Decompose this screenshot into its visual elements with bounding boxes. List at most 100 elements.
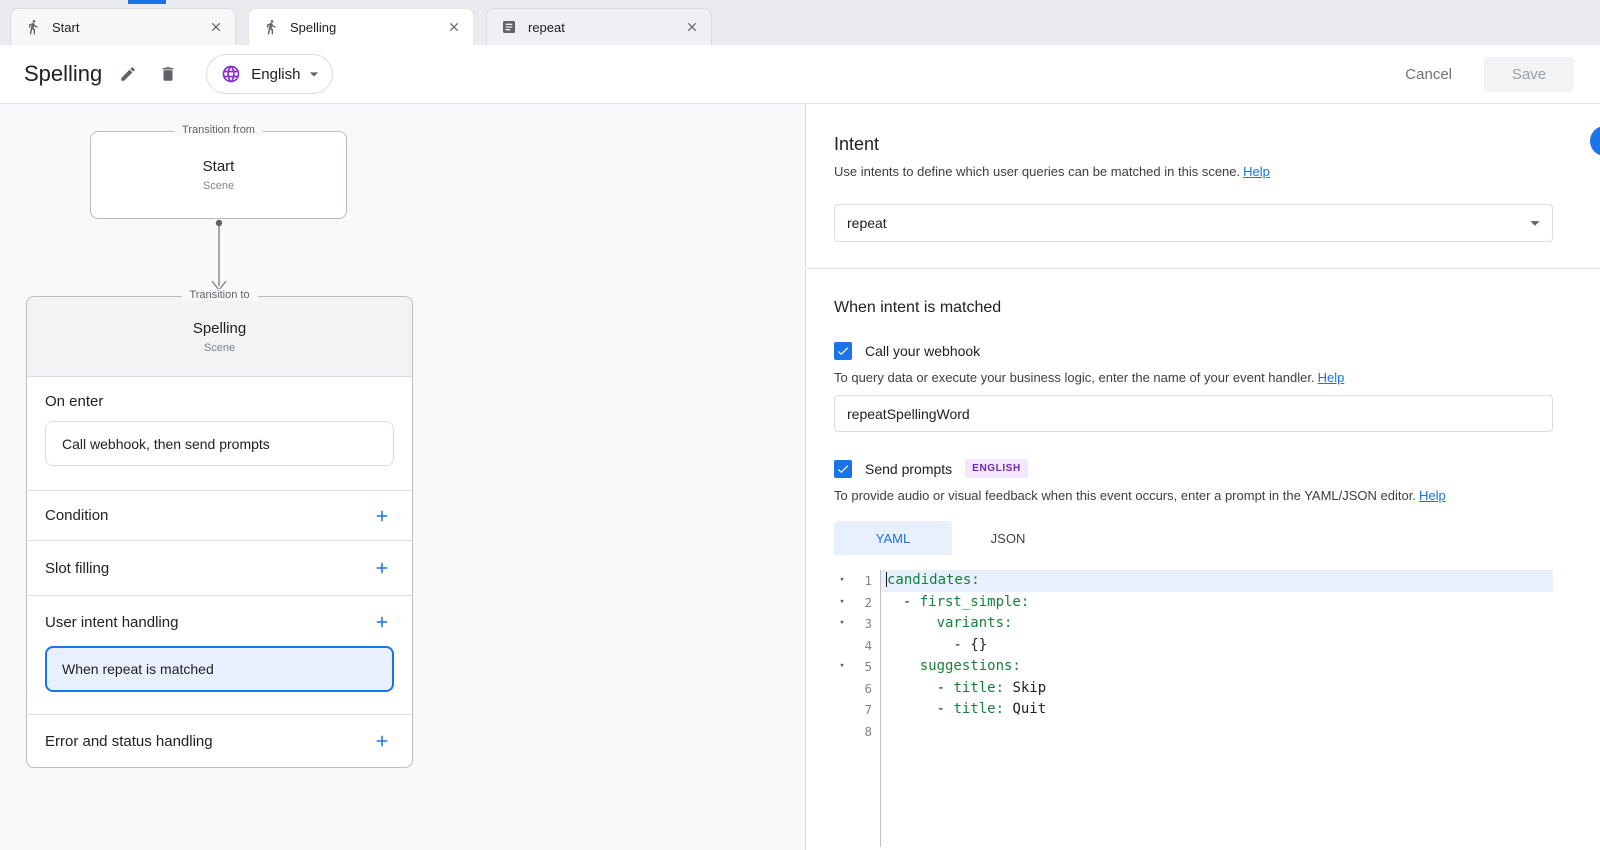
scene-header: Spelling English Cancel Save (0, 45, 1600, 104)
code-text[interactable]: - {} (880, 635, 1553, 657)
code-line[interactable]: 4 - {} (834, 635, 1553, 657)
chevron-down-icon (304, 64, 324, 84)
node-subtitle: Scene (204, 342, 235, 354)
line-number: 1 (850, 570, 880, 592)
fold-arrow-icon[interactable]: ▾ (834, 570, 850, 592)
code-editor-lines: ▾1candidates:▾2 - first_simple:▾3 varian… (834, 570, 1553, 847)
editor-empty-area[interactable] (834, 742, 1553, 847)
line-number: 4 (850, 635, 880, 657)
code-line[interactable]: ▾5 suggestions: (834, 656, 1553, 678)
delete-button[interactable] (148, 54, 188, 94)
code-text[interactable]: - first_simple: (880, 592, 1553, 614)
slot-filling-section: Slot filling (27, 540, 412, 595)
prompts-description: To provide audio or visual feedback when… (834, 488, 1553, 504)
code-token: title: (953, 680, 1004, 696)
tab-label: Spelling (290, 20, 445, 35)
close-icon[interactable] (207, 18, 225, 36)
scene-flow-canvas[interactable]: Transition from Start Scene Transition t… (0, 104, 806, 850)
chevron-down-icon (1524, 212, 1546, 234)
code-line[interactable]: ▾3 variants: (834, 613, 1553, 635)
code-line[interactable]: ▾2 - first_simple: (834, 592, 1553, 614)
intent-heading: Intent (834, 134, 1553, 155)
add-condition-button[interactable] (370, 504, 394, 528)
transition-to-legend: Transition to (181, 289, 257, 301)
on-enter-handler[interactable]: Call webhook, then send prompts (45, 421, 394, 466)
fold-spacer (834, 635, 850, 657)
fold-spacer (834, 699, 850, 721)
tab-label: repeat (528, 20, 683, 35)
tab-repeat[interactable]: repeat (486, 8, 712, 45)
scene-card-header[interactable]: Spelling Scene (27, 297, 412, 377)
line-number: 3 (850, 613, 880, 635)
intent-help-link[interactable]: Help (1243, 164, 1270, 179)
code-token: first_simple: (920, 594, 1030, 610)
code-text[interactable] (880, 721, 1553, 743)
close-icon[interactable] (445, 18, 463, 36)
intent-handler-item-selected[interactable]: When repeat is matched (45, 646, 394, 692)
tab-yaml[interactable]: YAML (834, 521, 952, 555)
fold-spacer (834, 721, 850, 743)
language-selector[interactable]: English (206, 54, 333, 94)
line-number: 8 (850, 721, 880, 743)
fold-arrow-icon[interactable]: ▾ (834, 592, 850, 614)
webhook-handler-input[interactable] (834, 395, 1553, 432)
intent-description: Use intents to define which user queries… (834, 164, 1553, 180)
code-editor[interactable]: ▾1candidates:▾2 - first_simple:▾3 varian… (834, 570, 1553, 847)
prompts-help-link[interactable]: Help (1419, 488, 1446, 503)
code-token: - (886, 594, 920, 610)
transition-from-node[interactable]: Transition from Start Scene (90, 131, 347, 219)
user-intent-section: User intent handling When repeat is matc… (27, 595, 412, 714)
add-slot-button[interactable] (370, 556, 394, 580)
node-title: Start (203, 158, 235, 175)
edit-button[interactable] (108, 54, 148, 94)
send-prompts-row: Send prompts ENGLISH (834, 459, 1553, 478)
tab-spelling[interactable]: Spelling (248, 8, 474, 45)
line-number: 5 (850, 656, 880, 678)
send-prompts-checkbox[interactable] (834, 460, 852, 478)
intent-dropdown[interactable]: repeat (834, 204, 1553, 242)
transition-to-node[interactable]: Transition to Spelling Scene On enter Ca… (26, 296, 413, 768)
add-intent-handler-button[interactable] (370, 610, 394, 634)
globe-icon (221, 64, 241, 84)
fold-arrow-icon[interactable]: ▾ (834, 656, 850, 678)
code-token: - (886, 701, 953, 717)
code-token: variants: (937, 615, 1013, 631)
fold-arrow-icon[interactable]: ▾ (834, 613, 850, 635)
code-text[interactable]: suggestions: (880, 656, 1553, 678)
code-line[interactable]: 6 - title: Skip (834, 678, 1553, 700)
close-icon[interactable] (683, 18, 701, 36)
code-text[interactable]: - title: Skip (880, 678, 1553, 700)
save-button[interactable]: Save (1484, 57, 1574, 92)
add-error-handler-button[interactable] (370, 729, 394, 753)
condition-section: Condition (27, 490, 412, 540)
tab-start[interactable]: Start (10, 8, 236, 45)
description-text: To query data or execute your business l… (834, 370, 1315, 385)
condition-label: Condition (45, 507, 108, 524)
code-token (886, 658, 920, 674)
call-webhook-checkbox[interactable] (834, 342, 852, 360)
call-webhook-row: Call your webhook (834, 342, 1553, 360)
line-number (850, 742, 880, 847)
code-line[interactable]: 7 - title: Quit (834, 699, 1553, 721)
code-text[interactable]: - title: Quit (880, 699, 1553, 721)
code-line[interactable]: 8 (834, 721, 1553, 743)
description-text: Use intents to define which user queries… (834, 164, 1240, 179)
intent-detail-panel: Intent Use intents to define which user … (807, 104, 1600, 850)
error-handling-label: Error and status handling (45, 733, 213, 750)
invocation-icon (263, 19, 279, 35)
code-token: suggestions: (920, 658, 1021, 674)
code-token: candidates: (887, 572, 980, 588)
webhook-help-link[interactable]: Help (1318, 370, 1345, 385)
line-number: 6 (850, 678, 880, 700)
webhook-description: To query data or execute your business l… (834, 370, 1553, 386)
code-token: Quit (1004, 701, 1046, 717)
code-line[interactable]: ▾1 candidates: (834, 570, 1553, 592)
code-text[interactable]: variants: (880, 613, 1553, 635)
code-text[interactable]: candidates: (880, 570, 1553, 592)
code-token: title: (953, 701, 1004, 717)
tab-json[interactable]: JSON (952, 521, 1064, 555)
code-text[interactable] (880, 742, 1553, 847)
invocation-icon (25, 19, 41, 35)
line-number: 7 (850, 699, 880, 721)
cancel-button[interactable]: Cancel (1387, 57, 1470, 92)
